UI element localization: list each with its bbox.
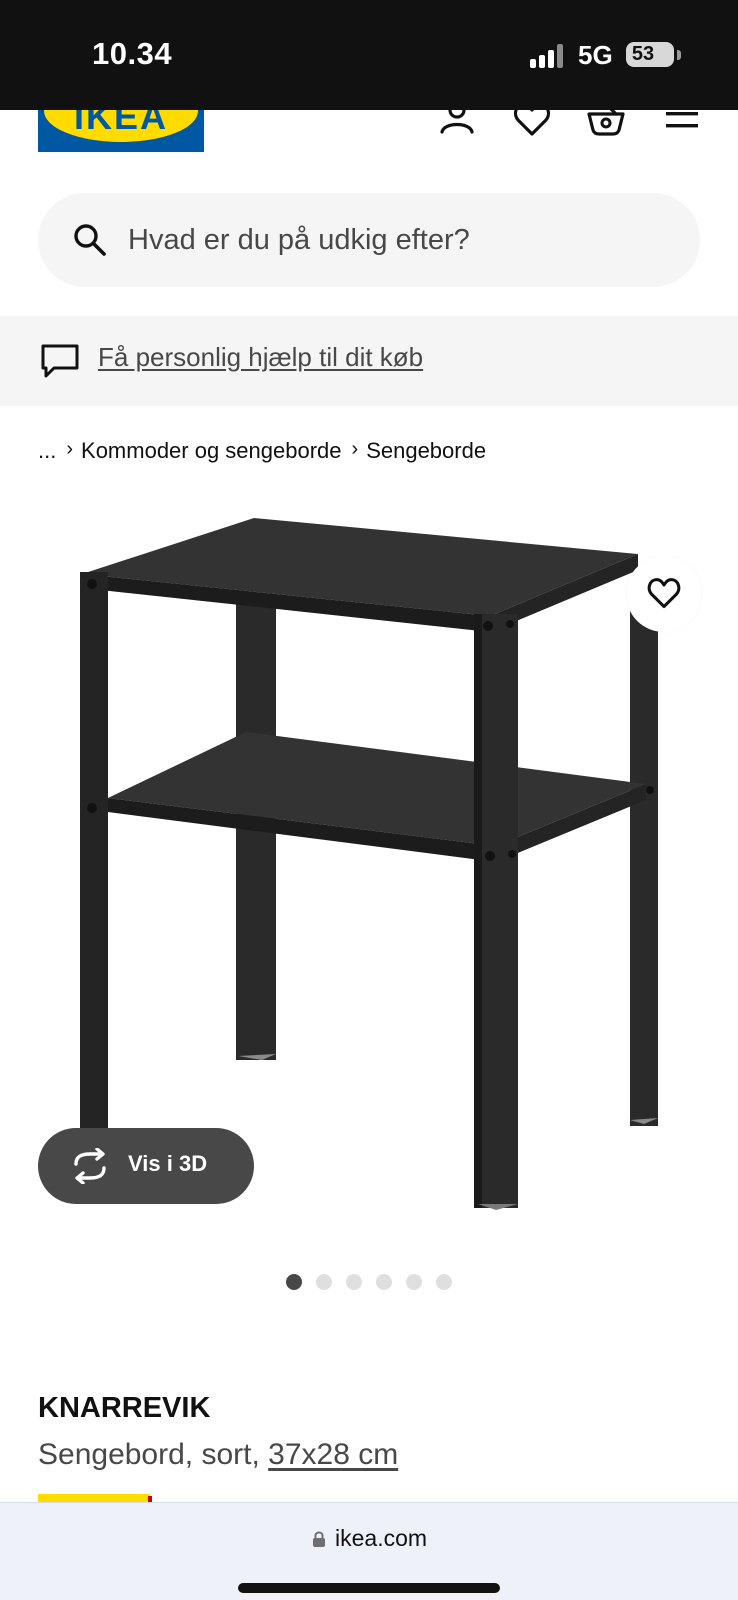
signal-icon (530, 44, 566, 68)
status-time: 10.34 (92, 36, 173, 71)
breadcrumb-item-kommoder[interactable]: Kommoder og sengeborde (81, 438, 342, 464)
heart-icon[interactable] (512, 100, 552, 140)
search-bar[interactable] (38, 193, 700, 287)
front-left-leg (80, 572, 108, 1162)
battery-icon: 53 (626, 42, 674, 67)
breadcrumb: ... › Kommoder og sengeborde › Sengebord… (38, 436, 486, 466)
product-size-link[interactable]: 37x28 cm (268, 1438, 398, 1471)
battery-tip (677, 50, 681, 60)
view-3d-label: Vis i 3D (128, 1151, 208, 1176)
network-label: 5G (578, 40, 613, 70)
carousel-dot-5[interactable] (406, 1274, 422, 1290)
browser-address-bar[interactable]: ikea.com (0, 1502, 738, 1600)
product-description-text: Sengebord, sort, (38, 1438, 260, 1471)
chevron-right-icon: › (351, 437, 359, 460)
carousel-dot-6[interactable] (436, 1274, 452, 1290)
carousel-dots (0, 1274, 738, 1290)
home-indicator[interactable] (238, 1583, 500, 1593)
favorite-button[interactable] (626, 556, 702, 632)
menu-icon[interactable] (662, 100, 702, 140)
product-description: Sengebord, sort, 37x28 cm (38, 1438, 398, 1472)
lock-icon (313, 1531, 325, 1547)
help-banner[interactable]: Få personlig hjælp til dit køb (0, 316, 738, 406)
user-icon[interactable] (437, 100, 477, 140)
heart-icon (647, 578, 681, 609)
ikea-logo[interactable]: IKEA (38, 110, 204, 152)
logo-text: IKEA (73, 110, 168, 137)
carousel-dot-4[interactable] (376, 1274, 392, 1290)
battery-level: 53 (631, 43, 655, 65)
chat-icon (41, 344, 79, 378)
carousel-dot-2[interactable] (316, 1274, 332, 1290)
search-icon (74, 224, 106, 256)
view-3d-button[interactable]: Vis i 3D (38, 1128, 254, 1204)
chevron-right-icon: › (66, 437, 74, 460)
rotate-3d-icon (74, 1148, 106, 1184)
breadcrumb-ellipsis[interactable]: ... (38, 438, 56, 464)
search-input[interactable] (128, 211, 668, 269)
help-link[interactable]: Få personlig hjælp til dit køb (98, 342, 423, 373)
back-right-leg (630, 600, 658, 1126)
basket-icon[interactable] (586, 100, 626, 140)
carousel-dot-1[interactable] (286, 1274, 302, 1290)
breadcrumb-item-sengeborde[interactable]: Sengeborde (366, 438, 486, 464)
status-bar: 10.34 5G 53 (0, 0, 738, 110)
product-name: KNARREVIK (38, 1392, 211, 1424)
url-text[interactable]: ikea.com (335, 1525, 427, 1552)
carousel-dot-3[interactable] (346, 1274, 362, 1290)
